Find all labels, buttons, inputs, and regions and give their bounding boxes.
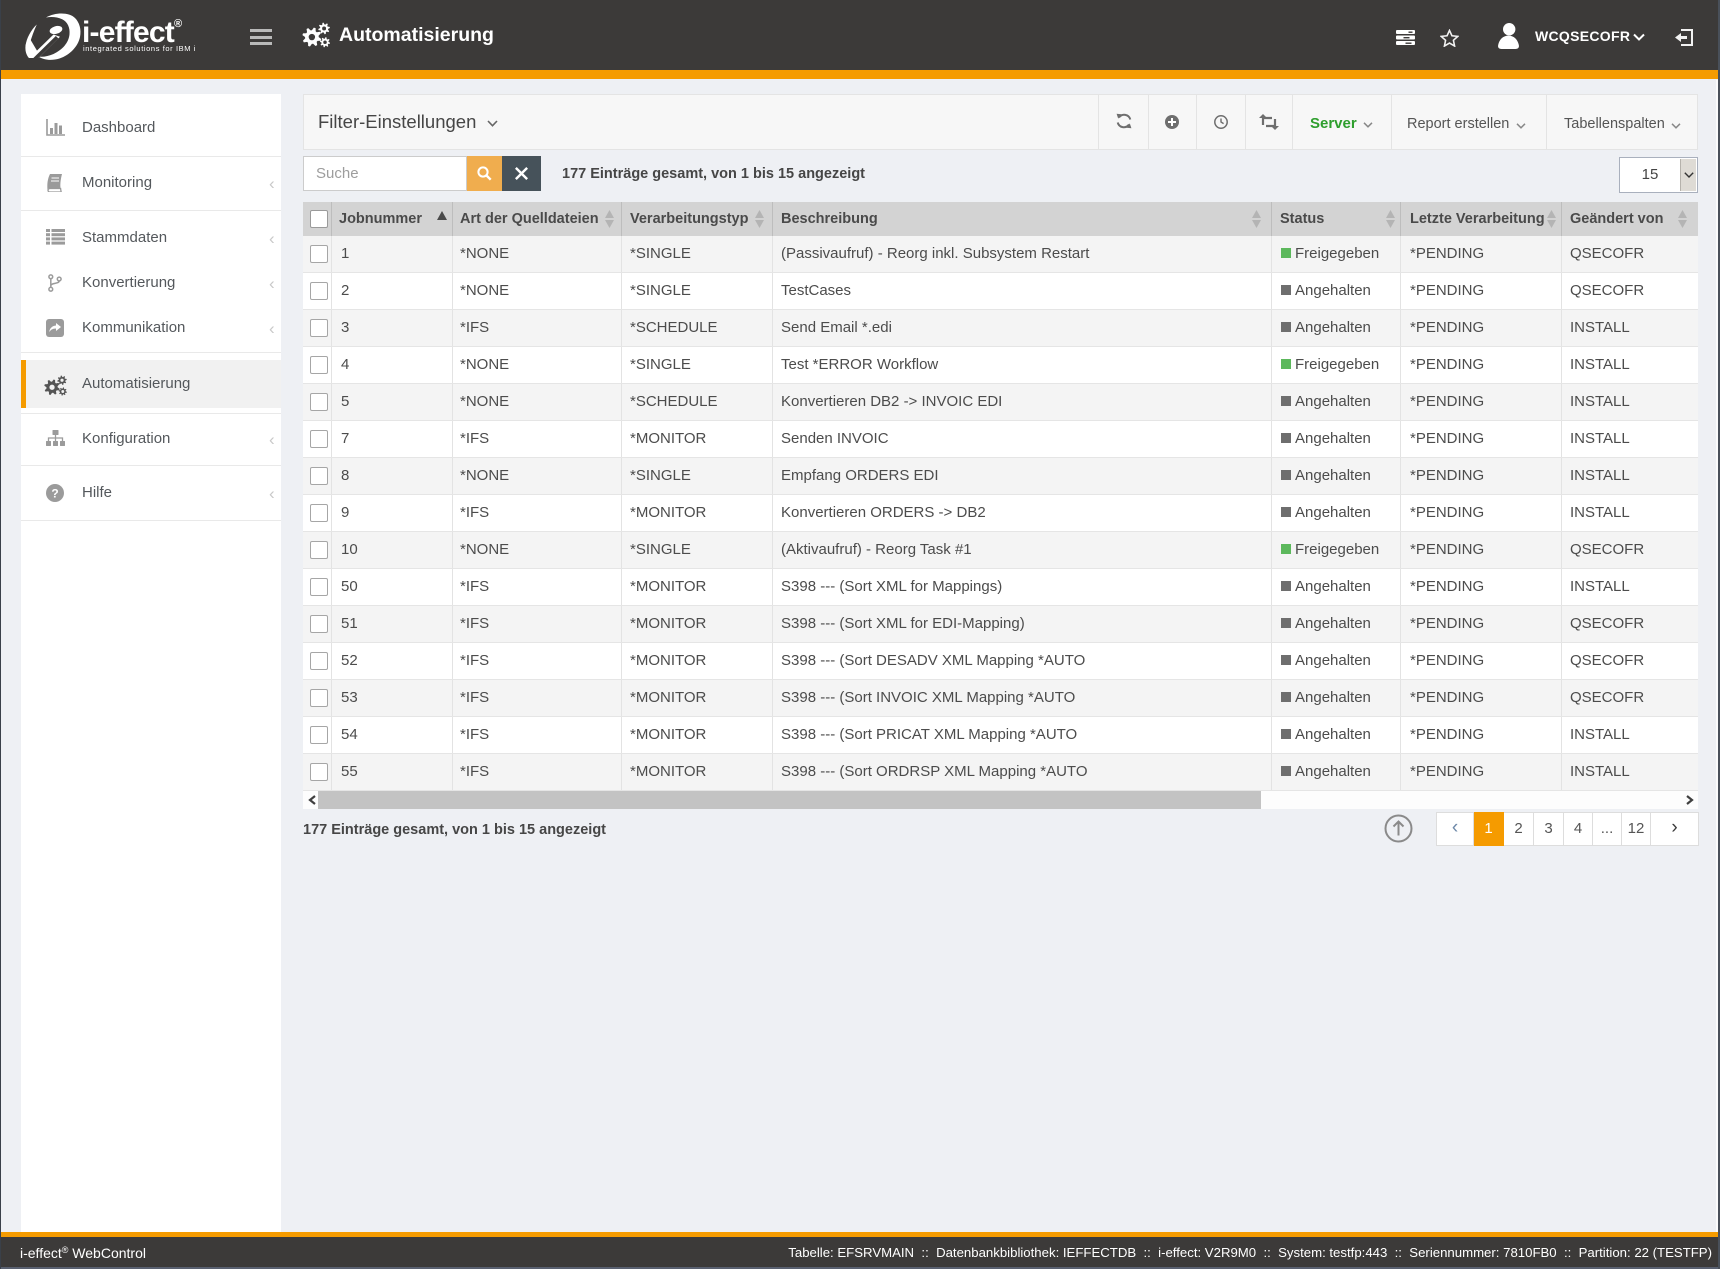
svg-text:?: ? bbox=[51, 486, 58, 500]
